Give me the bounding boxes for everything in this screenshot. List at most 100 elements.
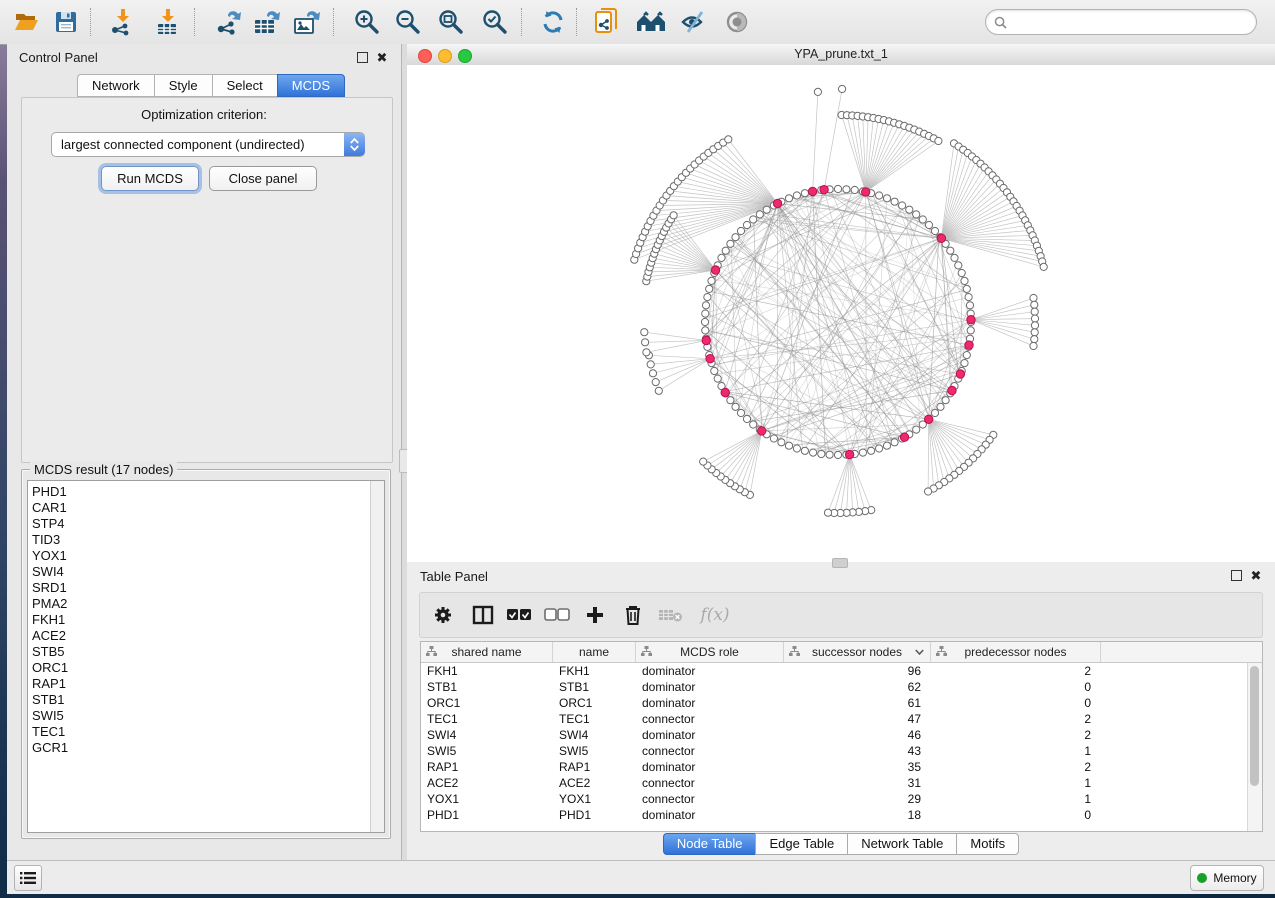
tab-motifs[interactable]: Motifs xyxy=(956,833,1019,855)
import-table-icon[interactable] xyxy=(152,6,184,38)
table-cell-predecessors[interactable]: 1 xyxy=(931,775,1101,791)
table-cell-shared-name[interactable]: YOX1 xyxy=(421,791,553,807)
selected-hub-node[interactable] xyxy=(706,355,714,363)
mcds-result-item[interactable]: PHD1 xyxy=(32,484,368,500)
table-cell-successors[interactable]: 18 xyxy=(784,807,931,823)
mcds-result-item[interactable]: ACE2 xyxy=(32,628,368,644)
table-cell-predecessors[interactable]: 2 xyxy=(931,759,1101,775)
selected-hub-node[interactable] xyxy=(925,415,933,423)
table-cell-role[interactable]: connector xyxy=(636,775,784,791)
float-panel-icon[interactable] xyxy=(355,50,369,64)
export-table-icon[interactable] xyxy=(251,6,283,38)
table-row[interactable]: ORC1ORC1dominator610 xyxy=(421,695,1262,711)
select-all-icon[interactable] xyxy=(504,600,534,630)
selected-hub-node[interactable] xyxy=(820,186,828,194)
column-header-name[interactable]: name xyxy=(553,642,636,662)
table-cell-role[interactable]: dominator xyxy=(636,695,784,711)
table-cell-predecessors[interactable]: 0 xyxy=(931,695,1101,711)
mcds-result-item[interactable]: PMA2 xyxy=(32,596,368,612)
mcds-result-item[interactable]: CAR1 xyxy=(32,500,368,516)
table-cell-predecessors[interactable]: 2 xyxy=(931,663,1101,679)
table-cell-name[interactable]: YOX1 xyxy=(553,791,636,807)
table-cell-role[interactable]: dominator xyxy=(636,679,784,695)
mcds-result-item[interactable]: SRD1 xyxy=(32,580,368,596)
table-cell-shared-name[interactable]: SWI4 xyxy=(421,727,553,743)
list-scrollbar[interactable] xyxy=(370,481,384,832)
mcds-result-list[interactable]: PHD1CAR1STP4TID3YOX1SWI4SRD1PMA2FKH1ACE2… xyxy=(27,480,385,833)
selected-hub-node[interactable] xyxy=(773,199,781,207)
zoom-selected-icon[interactable] xyxy=(479,6,511,38)
table-cell-name[interactable]: STB1 xyxy=(553,679,636,695)
memory-button[interactable]: Memory xyxy=(1190,865,1264,891)
table-cell-name[interactable]: RAP1 xyxy=(553,759,636,775)
selected-hub-node[interactable] xyxy=(900,433,908,441)
table-cell-name[interactable]: SWI5 xyxy=(553,743,636,759)
selected-hub-node[interactable] xyxy=(937,234,945,242)
selected-hub-node[interactable] xyxy=(711,266,719,274)
selected-hub-node[interactable] xyxy=(862,188,870,196)
close-panel-button[interactable]: Close panel xyxy=(209,166,317,191)
selected-hub-node[interactable] xyxy=(758,427,766,435)
table-cell-successors[interactable]: 61 xyxy=(784,695,931,711)
first-neighbors-icon[interactable] xyxy=(635,6,667,38)
table-cell-role[interactable]: dominator xyxy=(636,663,784,679)
table-cell-role[interactable]: connector xyxy=(636,711,784,727)
tab-network-table[interactable]: Network Table xyxy=(847,833,956,855)
column-header-predecessor-nodes[interactable]: predecessor nodes xyxy=(931,642,1101,662)
selected-hub-node[interactable] xyxy=(808,187,816,195)
deselect-all-icon[interactable] xyxy=(542,600,572,630)
tab-style[interactable]: Style xyxy=(154,74,212,97)
table-cell-shared-name[interactable]: TEC1 xyxy=(421,711,553,727)
export-network-icon[interactable] xyxy=(213,6,245,38)
tab-network[interactable]: Network xyxy=(77,74,154,97)
close-table-panel-icon[interactable]: ✖ xyxy=(1249,568,1263,582)
zoom-in-icon[interactable] xyxy=(351,6,383,38)
task-history-button[interactable] xyxy=(14,865,42,891)
show-columns-icon[interactable] xyxy=(468,600,498,630)
table-cell-shared-name[interactable]: STB1 xyxy=(421,679,553,695)
mcds-result-item[interactable]: TID3 xyxy=(32,532,368,548)
table-cell-successors[interactable]: 46 xyxy=(784,727,931,743)
table-cell-role[interactable]: dominator xyxy=(636,759,784,775)
close-panel-icon[interactable]: ✖ xyxy=(375,50,389,64)
selected-hub-node[interactable] xyxy=(956,370,964,378)
network-from-file-icon[interactable] xyxy=(591,6,623,38)
optimization-criterion-dropdown[interactable]: largest connected component (undirected) xyxy=(51,132,365,157)
table-cell-name[interactable]: SWI4 xyxy=(553,727,636,743)
table-cell-successors[interactable]: 31 xyxy=(784,775,931,791)
table-cell-name[interactable]: ORC1 xyxy=(553,695,636,711)
selected-hub-node[interactable] xyxy=(845,450,853,458)
table-cell-successors[interactable]: 29 xyxy=(784,791,931,807)
mcds-result-item[interactable]: STP4 xyxy=(32,516,368,532)
table-cell-role[interactable]: dominator xyxy=(636,807,784,823)
table-row[interactable]: SWI5SWI5connector431 xyxy=(421,743,1262,759)
table-cell-predecessors[interactable]: 0 xyxy=(931,807,1101,823)
mcds-result-item[interactable]: RAP1 xyxy=(32,676,368,692)
horizontal-splitter-grip[interactable] xyxy=(832,558,848,568)
table-cell-name[interactable]: TEC1 xyxy=(553,711,636,727)
table-cell-role[interactable]: connector xyxy=(636,743,784,759)
column-header-mcds-role[interactable]: MCDS role xyxy=(636,642,784,662)
mcds-result-item[interactable]: STB5 xyxy=(32,644,368,660)
table-scrollbar[interactable] xyxy=(1247,663,1262,831)
delete-table-icon[interactable] xyxy=(656,600,686,630)
table-cell-name[interactable]: FKH1 xyxy=(553,663,636,679)
network-titlebar[interactable]: YPA_prune.txt_1 xyxy=(407,44,1275,66)
mcds-result-item[interactable]: SWI5 xyxy=(32,708,368,724)
mcds-result-item[interactable]: STB1 xyxy=(32,692,368,708)
zoom-out-icon[interactable] xyxy=(392,6,424,38)
mcds-result-item[interactable]: ORC1 xyxy=(32,660,368,676)
table-cell-role[interactable]: dominator xyxy=(636,727,784,743)
tab-node-table[interactable]: Node Table xyxy=(663,833,756,855)
table-row[interactable]: STB1STB1dominator620 xyxy=(421,679,1262,695)
column-header-shared-name[interactable]: shared name xyxy=(421,642,553,662)
hide-selected-icon[interactable] xyxy=(679,6,711,38)
table-settings-icon[interactable] xyxy=(428,600,458,630)
add-column-icon[interactable] xyxy=(580,600,610,630)
table-cell-predecessors[interactable]: 2 xyxy=(931,711,1101,727)
selected-hub-node[interactable] xyxy=(721,388,729,396)
table-cell-successors[interactable]: 62 xyxy=(784,679,931,695)
table-row[interactable]: PHD1PHD1dominator180 xyxy=(421,807,1262,823)
import-network-icon[interactable] xyxy=(107,6,139,38)
column-header-successor-nodes[interactable]: successor nodes xyxy=(784,642,931,662)
